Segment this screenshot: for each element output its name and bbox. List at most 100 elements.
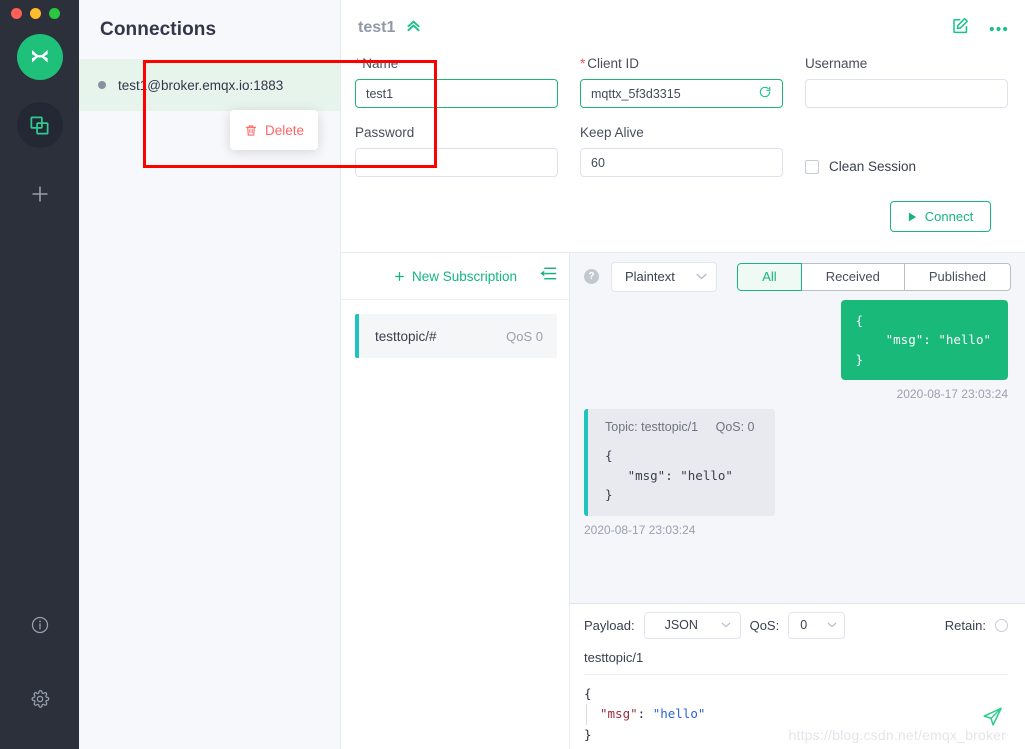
list-item[interactable]: testtopic/# QoS 0 [355,314,557,358]
connections-panel: Connections test1@broker.emqx.io:1883 De… [79,0,437,749]
left-rail [0,0,79,749]
edit-connection-button[interactable] [951,16,970,40]
clean-session-label: Clean Session [829,159,917,174]
trash-icon [245,124,257,136]
window-close-button[interactable] [11,8,22,19]
clean-session-checkbox[interactable] [805,159,819,174]
client-id-input[interactable]: mqttx_5f3d3315 [580,79,783,108]
subscription-topic: testtopic/# [375,328,437,344]
client-id-label: * Client ID [580,56,783,71]
publish-payload-editor[interactable]: { "msg": "hello" } https://blog.csdn.net… [584,675,1008,749]
clean-session-row[interactable]: Clean Session [805,152,1008,181]
message-timestamp: 2020-08-17 23:03:24 [896,387,1008,402]
refresh-icon [759,86,771,98]
sidebar-item-connections[interactable] [16,102,63,148]
collapse-toggle[interactable] [404,16,423,40]
message-received: Topic: testtopic/1 QoS: 0 { "msg": "hell… [584,409,1008,537]
publish-topic-input[interactable]: testtopic/1 [584,646,1008,675]
sidebar-item-about[interactable] [20,605,60,645]
messages-list: { "msg": "hello" } 2020-08-17 23:03:24 T… [570,300,1025,603]
qos-select[interactable]: 0 [788,611,846,639]
password-label: Password [355,125,415,140]
sidebar-item-new-connection[interactable] [20,174,60,214]
message-meta: Topic: testtopic/1 QoS: 0 [605,420,755,434]
edit-square-icon [953,17,968,34]
subscription-qos: QoS 0 [506,328,543,344]
question-circle-icon[interactable]: ? [584,269,599,284]
client-id-label-text: Client ID [587,56,640,71]
tab-published[interactable]: Published [904,262,1011,291]
field-group-name: * Name test1 [355,56,558,108]
connection-form: *Name test1 *Client ID mqttx_5f3d3315 [341,56,1025,232]
send-message-button[interactable] [981,705,1004,733]
field-group-clean-session: Clean Session [805,125,1008,181]
payload-format-value: JSON [664,618,698,632]
list-item[interactable]: test1@broker.emqx.io:1883 [79,59,340,111]
publish-panel: Payload: JSON QoS: 0 Retain: testtopic/1… [570,603,1025,749]
publish-topic-value: testtopic/1 [584,650,644,665]
message-format-select[interactable]: Plaintext [611,261,717,292]
watermark: https://blog.csdn.net/emqx_broker [788,727,1006,743]
form-row-1: *Name test1 *Client ID mqttx_5f3d3315 [355,56,1008,108]
chevron-down-icon [827,622,837,628]
play-icon [908,212,916,221]
gear-icon [31,690,49,708]
message-timestamp: 2020-08-17 23:03:24 [584,523,696,538]
field-group-username: Username [805,56,1008,108]
connect-button[interactable]: Connect [890,201,991,232]
connection-header: test1 [341,0,1025,56]
qos-value: 0 [800,618,808,632]
connections-list: test1@broker.emqx.io:1883 [79,59,340,111]
connections-icon [30,115,49,135]
password-input[interactable] [355,148,558,177]
username-input[interactable] [805,79,1008,108]
messages-header: ? Plaintext All Received Published [570,253,1025,300]
window-traffic-lights [11,8,60,19]
payload-label: Payload: [584,617,635,633]
retain-label: Retain: [944,617,986,633]
mqttx-app-window: Connections test1@broker.emqx.io:1883 De… [0,0,1025,749]
status-dot [98,81,106,89]
filter-list-icon [540,267,557,280]
plus-icon [395,271,404,281]
window-minimize-button[interactable] [30,8,41,19]
field-group-keep-alive: Keep Alive 60 [580,125,783,181]
chevron-down-icon [721,622,730,628]
payload-open-brace: { [584,686,592,701]
message-body: { "msg": "hello" } [605,448,733,502]
payload-format-select[interactable]: JSON [643,611,741,639]
name-input-value: test1 [366,86,394,101]
publish-options-row: Payload: JSON QoS: 0 Retain: [584,604,1008,646]
qos-label: QoS: [749,617,780,633]
more-options-button[interactable] [989,19,1008,37]
message-topic: Topic: testtopic/1 [605,420,699,435]
header-actions [951,16,1008,40]
message-published: { "msg": "hello" } 2020-08-17 23:03:24 [584,300,1008,401]
field-group-password: Password [355,125,558,181]
payload-colon: : [637,706,653,722]
field-group-client-id: * Client ID mqttx_5f3d3315 [580,56,783,108]
refresh-client-id-button[interactable] [758,85,772,102]
name-label: * Name [355,56,558,71]
double-chevron-up-icon [407,20,420,32]
keep-alive-input[interactable]: 60 [580,148,783,177]
page-title: Connections [100,19,217,40]
keep-alive-input-value: 60 [591,155,605,170]
connection-label: test1@broker.emqx.io:1883 [118,77,284,93]
sidebar-item-settings[interactable] [20,679,60,719]
window-zoom-button[interactable] [49,8,60,19]
mqttx-logo [16,34,63,80]
tab-all[interactable]: All [737,262,802,291]
tab-received[interactable]: Received [801,262,905,291]
context-menu-delete[interactable]: Delete [230,110,318,150]
subscription-filter-button[interactable] [540,266,557,286]
new-subscription-button[interactable]: New Subscription [393,269,517,284]
message-body: { "msg": "hello" } [840,300,1008,381]
name-input[interactable]: test1 [355,79,558,108]
message-bubble: Topic: testtopic/1 QoS: 0 { "msg": "hell… [584,409,775,517]
retain-toggle[interactable] [995,618,1008,632]
mqttx-logo-glyph [31,50,48,63]
client-id-input-value: mqttx_5f3d3315 [591,86,681,101]
form-row-2: Password Keep Alive 60 Clean Session [355,125,1008,181]
new-subscription-label: New Subscription [411,268,518,284]
